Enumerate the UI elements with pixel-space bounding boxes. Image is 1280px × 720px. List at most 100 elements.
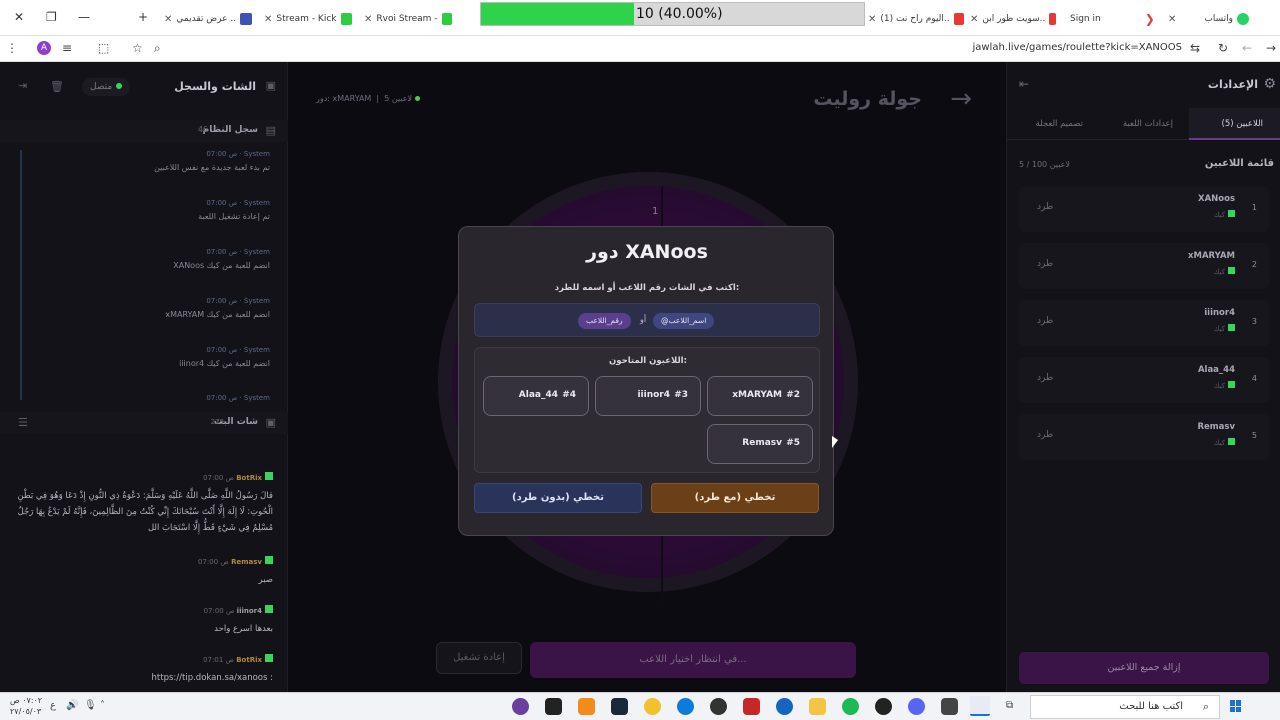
volume-icon[interactable]: 🔊: [66, 700, 78, 711]
chat-icon: ▣: [265, 79, 276, 92]
task-view-icon[interactable]: ⧉: [1006, 700, 1013, 711]
restart-button[interactable]: إعادة تشغيل: [436, 642, 522, 674]
progress-fill: [481, 3, 635, 25]
kick-badge-icon: [1228, 324, 1235, 331]
search-icon: ⌕: [1202, 700, 1209, 713]
browser-tab-active[interactable]: ✕ واتساب: [1168, 8, 1258, 30]
minimize-window-icon[interactable]: —: [78, 10, 90, 24]
chat-message: 07:00 ص BotRix قالَ رَسُولُ اللَّهِ صَلَ…: [17, 472, 273, 533]
profile-avatar[interactable]: A: [37, 41, 51, 55]
tab-close-icon[interactable]: ✕: [264, 14, 272, 25]
close-window-icon[interactable]: ✕: [14, 10, 24, 24]
tab-search-icon[interactable]: ≡: [62, 41, 72, 55]
restore-window-icon[interactable]: ❐: [46, 10, 57, 24]
app-icon[interactable]: [578, 698, 595, 715]
browser-tab[interactable]: ✕ Rvoi Stream -: [364, 8, 452, 30]
kick-player-button[interactable]: طرد: [1037, 430, 1053, 440]
reload-icon[interactable]: ↻: [1218, 41, 1228, 55]
tab-close-icon[interactable]: ✕: [1168, 14, 1176, 25]
kick-player-button[interactable]: طرد: [1037, 316, 1053, 326]
app-icon[interactable]: [512, 698, 529, 715]
app-icon[interactable]: [875, 698, 892, 715]
app-icon[interactable]: [743, 698, 760, 715]
log-item: 07:00 ص · System تم إعادة تشغيل اللعبة: [198, 199, 270, 221]
filter-icon[interactable]: ☰: [18, 416, 28, 429]
settings-tabs: اللاعبين (5) إعدادات اللعبة تصميم العجلة: [1007, 108, 1280, 140]
player-row: 3 iiinor4 كيك طرد: [1019, 300, 1269, 346]
player-option-button[interactable]: #2 xMARYAM: [707, 376, 813, 416]
start-icon[interactable]: [1230, 700, 1242, 712]
back-arrow-icon[interactable]: →: [950, 84, 972, 114]
browser-tab[interactable]: ✕ سويت طور ابن..: [970, 8, 1056, 30]
app-icon[interactable]: [545, 698, 562, 715]
stream-chat-header[interactable]: ▣ شات البث 229 ☰: [0, 412, 288, 434]
turn-info: دور: xMARYAM | 5 لاعبين: [316, 94, 421, 103]
file-explorer-icon[interactable]: [809, 698, 826, 715]
chrome-icon[interactable]: [970, 696, 990, 716]
player-row: 4 Alaa_44 كيك طرد: [1019, 357, 1269, 403]
collapse-panel-icon[interactable]: ⇤: [1019, 77, 1029, 91]
player-option-button[interactable]: #4 Alaa_44: [483, 376, 589, 416]
tab-close-icon[interactable]: ✕: [868, 14, 876, 25]
bookmark-star-icon[interactable]: ☆: [132, 41, 143, 55]
tab-close-icon[interactable]: ✕: [970, 14, 978, 25]
site-settings-icon[interactable]: ⇆: [1190, 41, 1200, 55]
taskbar-search[interactable]: اكتب هنا للبحث ⌕: [1030, 695, 1220, 719]
stream-chat-count: 229: [210, 418, 224, 426]
zoom-icon[interactable]: ⌕: [154, 41, 161, 56]
forward-icon[interactable]: →: [1266, 41, 1276, 55]
browser-tab[interactable]: ✕ Stream - Kick: [264, 8, 352, 30]
spotify-icon[interactable]: [842, 698, 859, 715]
tab-close-icon[interactable]: ✕: [364, 14, 372, 25]
app-icon[interactable]: [710, 698, 727, 715]
microphone-icon[interactable]: 🎙: [84, 700, 97, 711]
kick-player-button[interactable]: طرد: [1037, 202, 1053, 212]
tab-game-settings[interactable]: إعدادات اللعبة: [1123, 119, 1173, 129]
browser-tab[interactable]: ✕ عرض تقديمي ..: [164, 8, 259, 30]
system-log-header[interactable]: ▤ سجل النظام 46: [0, 120, 288, 142]
game-title: جولة روليت: [813, 88, 922, 110]
players-list-count: 5 / 100 لاعبين: [1019, 160, 1070, 169]
players-list-title: قائمة اللاعبين: [1204, 158, 1274, 169]
app-icon[interactable]: [941, 698, 958, 715]
app-icon[interactable]: [644, 698, 661, 715]
discord-icon[interactable]: [908, 698, 925, 715]
chat-message: 07:01 ص BotRix https://tip.dokan.sa/xano…: [151, 654, 273, 683]
waiting-button[interactable]: في انتظار اختيار اللاعب...: [530, 642, 856, 678]
tab-close-icon[interactable]: ✕: [164, 14, 172, 25]
taskbar-clock[interactable]: ٠٧:٠٢ ص ٢٧/٠٥/٠٣: [10, 695, 42, 717]
edge-icon[interactable]: [677, 698, 694, 715]
remove-all-players-button[interactable]: إزالة جميع اللاعبين: [1019, 652, 1269, 684]
tab-wheel-design[interactable]: تصميم العجلة: [1036, 119, 1084, 129]
chat-bubble-icon: ▣: [265, 416, 276, 429]
whatsapp-icon: [1237, 13, 1249, 25]
available-players-title: اللاعبون المتاحون:: [609, 356, 687, 366]
screen: ✕ ❐ — + ✕ عرض تقديمي .. ✕ Stream - Kick …: [0, 0, 1280, 720]
modal-instructions: اكتب في الشات رقم اللاعب أو اسمه للطرد:: [554, 283, 740, 293]
browser-tab[interactable]: ✕ (1) اليوم راح نت..: [868, 8, 964, 30]
kick-player-button[interactable]: طرد: [1037, 259, 1053, 269]
chat-panel: ▣ الشات والسجل متصل 🗑 ⇥ ▤ سجل النظام 46 …: [0, 62, 288, 692]
steam-icon[interactable]: [776, 698, 793, 715]
online-status-badge: متصل: [82, 78, 131, 96]
new-tab-icon[interactable]: +: [138, 10, 148, 24]
url-field[interactable]: jawlah.live/games/roulette?kick=XANOOS: [972, 42, 1182, 53]
chat-header: ▣ الشات والسجل متصل 🗑 ⇥: [0, 72, 288, 102]
skip-with-kick-button[interactable]: تخطي (مع طرد): [651, 483, 819, 513]
collapse-panel-icon[interactable]: ⇥: [18, 79, 27, 92]
trash-icon[interactable]: 🗑: [50, 80, 64, 93]
skip-without-kick-button[interactable]: تخطي (بدون طرد): [474, 483, 642, 513]
menu-dots-icon[interactable]: ⋮: [6, 41, 18, 55]
browser-tab[interactable]: Sign in ❯: [1070, 8, 1160, 30]
extensions-icon[interactable]: ⬚: [98, 41, 109, 55]
language-indicator[interactable]: ع: [50, 700, 56, 711]
player-option-button[interactable]: #3 iiinor4: [595, 376, 701, 416]
app-icon[interactable]: [611, 698, 628, 715]
back-icon[interactable]: ←: [1242, 41, 1252, 55]
player-row: 5 Remasv كيك طرد: [1019, 414, 1269, 460]
tab-players[interactable]: اللاعبين (5): [1222, 119, 1263, 129]
tray-expand-icon[interactable]: ˄: [100, 700, 105, 711]
kick-player-button[interactable]: طرد: [1037, 373, 1053, 383]
browser-tab-bar: ✕ ❐ — + ✕ عرض تقديمي .. ✕ Stream - Kick …: [0, 0, 1280, 36]
player-option-button[interactable]: #5 Remasv: [707, 424, 813, 464]
